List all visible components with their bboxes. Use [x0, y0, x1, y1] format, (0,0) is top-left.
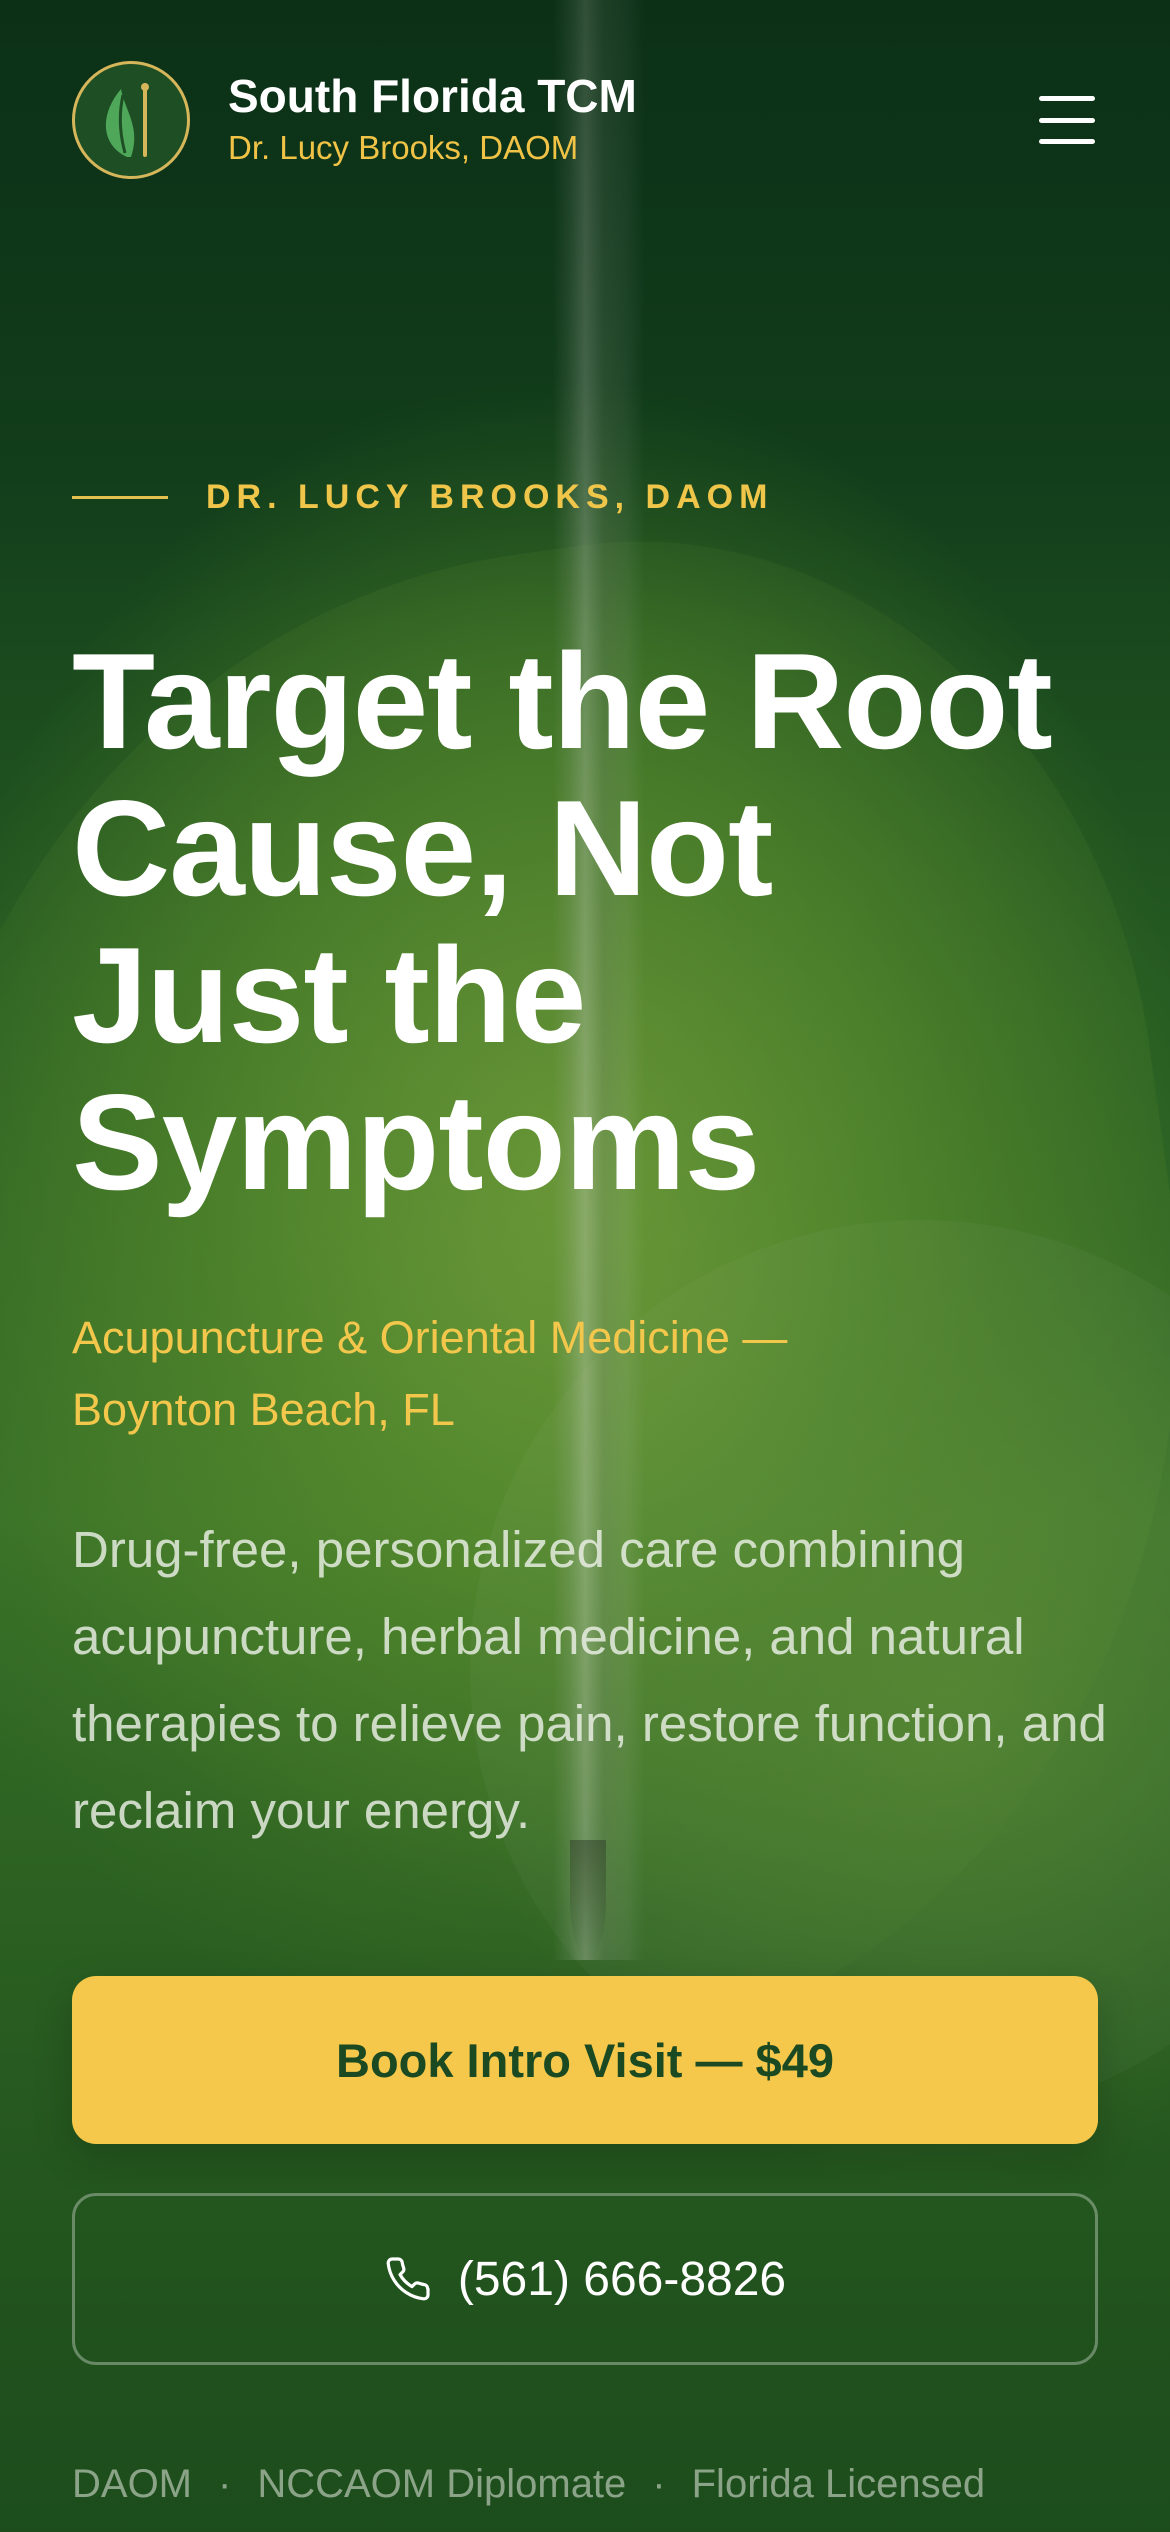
- menu-bar-bottom: [1039, 139, 1095, 144]
- leaf-needle-icon[interactable]: [72, 61, 190, 179]
- phone-number-label: (561) 666-8826: [457, 2252, 787, 2306]
- hero-headline: Target the Root Cause, Not Just the Symp…: [72, 628, 1132, 1216]
- headline-line: Cause, Not: [72, 772, 773, 924]
- phone-icon: [384, 2255, 432, 2303]
- menu-bar-top: [1039, 96, 1095, 101]
- eyebrow-line: [72, 496, 168, 499]
- menu-bar-middle: [1039, 117, 1095, 123]
- hamburger-menu-icon[interactable]: [1036, 92, 1098, 148]
- eyebrow-text: DR. LUCY BROOKS, DAOM: [206, 478, 774, 516]
- call-phone-button[interactable]: (561) 666-8826: [72, 2193, 1098, 2365]
- credential-item: NCCAOM Diplomate: [257, 2462, 627, 2506]
- background-overlay: [0, 0, 1170, 2532]
- hero-description: Drug-free, personalized care combining a…: [72, 1521, 1107, 1839]
- credentials-row: DAOM · NCCAOM Diplomate · Florida Licens…: [72, 2462, 985, 2507]
- site-header: South Florida TCM Dr. Lucy Brooks, DAOM: [72, 58, 1098, 182]
- credential-item: Florida Licensed: [691, 2462, 986, 2506]
- hero-subhead: Acupuncture & Oriental Medicine — Boynto…: [72, 1302, 1072, 1446]
- credential-item: DAOM: [72, 2462, 192, 2506]
- brand-block: South Florida TCM Dr. Lucy Brooks, DAOM: [228, 70, 637, 170]
- separator-dot: ·: [218, 2462, 232, 2506]
- headline-line: Symptoms: [72, 1066, 760, 1218]
- headline-line: Target the Root: [72, 625, 1053, 777]
- brand-name[interactable]: South Florida TCM: [228, 70, 637, 123]
- hero-eyebrow: DR. LUCY BROOKS, DAOM: [72, 478, 773, 517]
- hero-background: [0, 0, 1170, 2532]
- brand-subtitle: Dr. Lucy Brooks, DAOM: [228, 129, 579, 166]
- subhead-line: Boynton Beach, FL: [72, 1384, 455, 1435]
- headline-line: Just the: [72, 919, 586, 1071]
- subhead-line: Acupuncture & Oriental Medicine —: [72, 1312, 788, 1363]
- book-intro-visit-button[interactable]: Book Intro Visit — $49: [72, 1976, 1098, 2144]
- separator-dot: ·: [652, 2462, 666, 2506]
